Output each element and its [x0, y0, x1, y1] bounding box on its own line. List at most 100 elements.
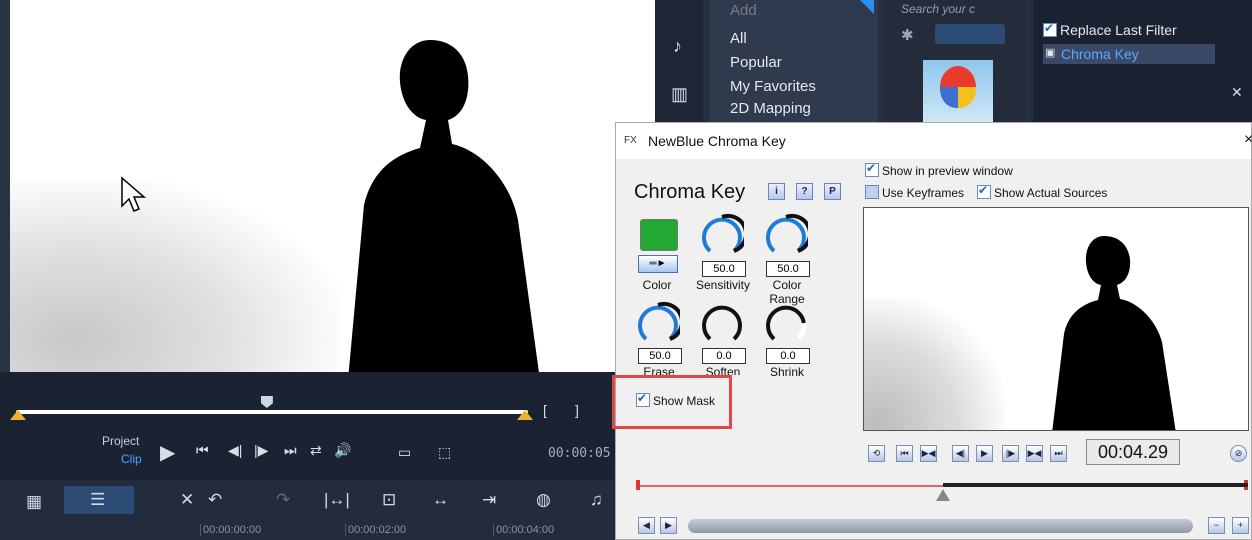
checkbox-icon — [636, 391, 650, 407]
show-actual-sources-checkbox[interactable]: Show Actual Sources — [977, 183, 1108, 200]
scrub-playhead[interactable] — [260, 396, 273, 408]
replace-last-filter-label: Replace Last Filter — [1060, 22, 1177, 38]
show-actual-sources-label: Show Actual Sources — [994, 186, 1108, 200]
category-2d-mapping[interactable]: 2D Mapping — [730, 100, 811, 117]
color-icon[interactable]: ◍ — [536, 490, 551, 510]
help-button[interactable]: ? — [796, 183, 813, 200]
zoom-out-button[interactable]: − — [1208, 517, 1225, 534]
sensitivity-knob[interactable] — [700, 213, 744, 257]
mark-out-button[interactable]: ] — [575, 402, 579, 418]
audio-icon[interactable]: ♫ — [590, 490, 603, 510]
checkbox-icon — [865, 161, 879, 177]
storyboard-view-icon[interactable]: ▦ — [26, 492, 42, 512]
timeline-zoom-scroll[interactable] — [688, 519, 1193, 533]
use-keyframes-checkbox[interactable]: Use Keyframes — [865, 185, 964, 200]
mark-end-button[interactable]: ▶◀ — [1026, 445, 1043, 462]
undo-icon[interactable]: ↶ — [208, 490, 222, 510]
remove-filter-icon[interactable]: ✕ — [1231, 84, 1243, 101]
show-in-preview-checkbox[interactable]: Show in preview window — [865, 161, 1013, 178]
loop-button[interactable]: ⟲ — [868, 445, 885, 462]
erase-knob[interactable] — [636, 301, 680, 345]
color-range-knob[interactable] — [764, 213, 808, 257]
timeline-toolbar: ▦ ☰ ✕ ↶ ↷ |↔| ⊡ ↔ ⇥ ◍ ♫ 00:00:00:00 00:0… — [0, 480, 615, 540]
zoom-in-button[interactable]: + — [1232, 517, 1249, 534]
effect-heading: Chroma Key — [634, 181, 746, 203]
next-frame-icon[interactable]: |▶ — [254, 442, 268, 459]
balloon-icon — [940, 66, 976, 108]
ripple-icon[interactable]: ⇥ — [482, 490, 496, 510]
music-icon[interactable]: ♪ — [673, 36, 682, 57]
repeat-icon[interactable]: ⇄ — [310, 442, 322, 459]
project-mode-label[interactable]: Project — [102, 434, 139, 448]
preview-timecode[interactable]: 00:00:05 — [548, 446, 611, 461]
ruler-mark-0: 00:00:00:00 — [200, 524, 261, 536]
clip-mode-label[interactable]: Clip — [121, 452, 142, 466]
sensitivity-label: Sensitivity — [695, 278, 751, 292]
filter-icon[interactable]: ▥ — [671, 84, 688, 105]
next-frame-button[interactable]: |▶ — [1002, 445, 1019, 462]
add-filter-icon[interactable]: ✱ — [901, 26, 914, 44]
volume-icon[interactable]: 🔊 — [334, 442, 351, 459]
go-start-button[interactable]: ⏮ — [896, 445, 913, 462]
prev-frame-button[interactable]: ◀| — [952, 445, 969, 462]
use-keyframes-label: Use Keyframes — [882, 186, 965, 200]
applied-filter-row[interactable]: ▣ Chroma Key — [1043, 44, 1215, 64]
keyframe-playhead[interactable] — [936, 489, 950, 501]
eyedropper-icon: ═► — [649, 258, 667, 269]
video-preview[interactable] — [0, 0, 655, 372]
dialog-titlebar: FX NewBlue Chroma Key × — [616, 123, 1252, 159]
trim-start-marker[interactable] — [10, 410, 26, 420]
search-input[interactable]: Search your c — [901, 2, 975, 16]
shrink-label: Shrink — [769, 365, 804, 379]
soften-value[interactable]: 0.0 — [702, 348, 746, 364]
go-start-icon[interactable]: ⏮ — [196, 442, 209, 459]
prev-frame-icon[interactable]: ◀| — [228, 442, 242, 459]
reset-icon[interactable]: ⊘ — [1230, 445, 1247, 462]
split-icon[interactable]: ↔ — [432, 490, 449, 510]
fit-project-icon[interactable]: ⊡ — [382, 490, 396, 510]
soften-knob[interactable] — [700, 301, 744, 345]
snapshot-icon[interactable]: ⬚ — [438, 444, 451, 461]
shrink-knob[interactable] — [764, 301, 808, 345]
mark-start-button[interactable]: ▶◀ — [920, 445, 937, 462]
keyframe-start-marker[interactable] — [636, 480, 640, 490]
timeline-view-icon: ☰ — [90, 490, 106, 509]
scroll-right-button[interactable]: ▶ — [660, 517, 677, 534]
erase-value[interactable]: 50.0 — [638, 348, 682, 364]
balloon-thumbnail[interactable] — [923, 60, 993, 122]
preset-button[interactable]: P — [824, 183, 841, 200]
play-icon[interactable]: ▶ — [160, 440, 175, 465]
show-mask-checkbox[interactable]: Show Mask — [636, 391, 715, 408]
aspect-ratio-icon[interactable]: ▭ — [398, 444, 411, 461]
go-end-button[interactable]: ⏭ — [1050, 445, 1067, 462]
scrub-track[interactable] — [16, 410, 528, 414]
close-icon[interactable]: × — [1244, 131, 1252, 149]
library-sidebar: ♪ ▥ — [655, 0, 703, 122]
eyedropper-button[interactable]: ═► — [638, 255, 678, 273]
shrink-value[interactable]: 0.0 — [766, 348, 810, 364]
color-range-value[interactable]: 50.0 — [766, 261, 810, 277]
scroll-left-button[interactable]: ◀ — [638, 517, 655, 534]
chroma-key-dialog: FX NewBlue Chroma Key × Chroma Key i ? P… — [612, 122, 1252, 540]
checkbox-icon — [977, 183, 991, 199]
info-button[interactable]: i — [768, 183, 785, 200]
silhouette — [348, 40, 539, 372]
category-all[interactable]: All — [730, 30, 747, 47]
show-in-preview-label: Show in preview window — [882, 164, 1013, 178]
dialog-timecode[interactable]: 00:04.29 — [1086, 439, 1180, 465]
key-color-swatch[interactable] — [640, 219, 678, 251]
sensitivity-value[interactable]: 50.0 — [702, 261, 746, 277]
trim-end-marker[interactable] — [517, 410, 533, 420]
fit-timeline-icon[interactable]: |↔| — [324, 490, 350, 510]
view-toggle[interactable] — [935, 24, 1005, 44]
category-favorites[interactable]: My Favorites — [730, 78, 816, 95]
replace-last-filter-checkbox[interactable]: Replace Last Filter — [1043, 21, 1177, 38]
category-popular[interactable]: Popular — [730, 54, 782, 71]
keyframe-range — [943, 483, 1248, 487]
play-button[interactable]: ▶ — [976, 445, 993, 462]
add-category-button[interactable]: Add — [730, 2, 757, 19]
go-end-icon[interactable]: ⏭ — [284, 442, 297, 459]
tools-icon[interactable]: ✕ — [180, 490, 194, 510]
timeline-view-button[interactable]: ☰ — [64, 486, 134, 514]
mark-in-button[interactable]: [ — [543, 402, 547, 418]
